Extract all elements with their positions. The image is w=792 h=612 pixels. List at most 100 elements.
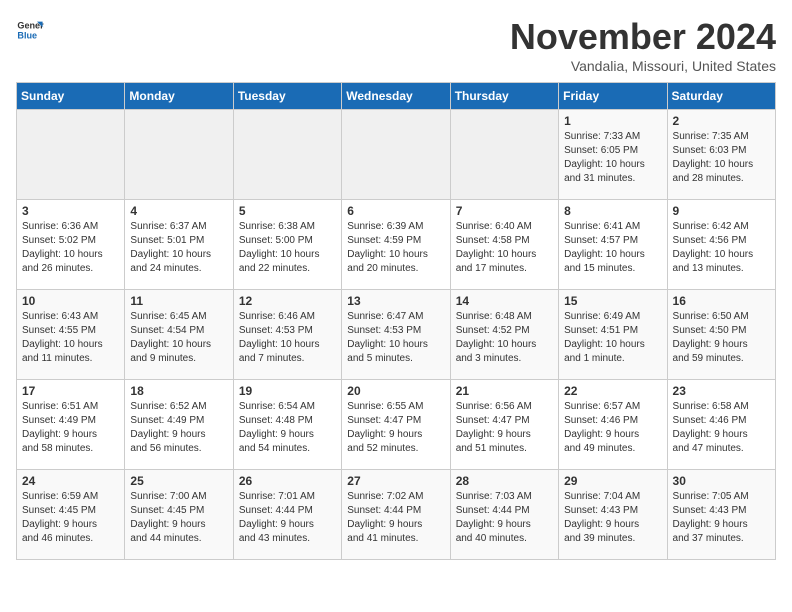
day-number: 10: [22, 294, 119, 308]
day-number: 19: [239, 384, 336, 398]
calendar-cell: 15 Sunrise: 6:49 AM Sunset: 4:51 PM Dayli…: [559, 290, 667, 380]
day-detail: Sunrise: 6:42 AM Sunset: 4:56 PM Dayligh…: [673, 220, 770, 276]
day-detail: Sunrise: 6:46 AM Sunset: 4:53 PM Dayligh…: [239, 310, 336, 366]
calendar-cell: 10 Sunrise: 6:43 AM Sunset: 4:55 PM Dayli…: [17, 290, 125, 380]
day-detail: Sunrise: 6:51 AM Sunset: 4:49 PM Dayligh…: [22, 400, 119, 456]
calendar-cell: 24Sunrise: 6:59 AM Sunset: 4:45 PM Dayli…: [17, 470, 125, 560]
day-number: 26: [239, 474, 336, 488]
day-detail: Sunrise: 6:49 AM Sunset: 4:51 PM Dayligh…: [564, 310, 661, 366]
day-detail: Sunrise: 7:33 AM Sunset: 6:05 PM Dayligh…: [564, 130, 661, 186]
day-number: 13: [347, 294, 444, 308]
day-detail: Sunrise: 6:47 AM Sunset: 4:53 PM Dayligh…: [347, 310, 444, 366]
calendar-week-row: 24Sunrise: 6:59 AM Sunset: 4:45 PM Dayli…: [17, 470, 776, 560]
day-number: 30: [673, 474, 770, 488]
day-number: 14: [456, 294, 553, 308]
calendar-cell: 16 Sunrise: 6:50 AM Sunset: 4:50 PM Dayli…: [667, 290, 775, 380]
calendar-cell: 6 Sunrise: 6:39 AM Sunset: 4:59 PM Daylig…: [342, 200, 450, 290]
day-detail: Sunrise: 6:58 AM Sunset: 4:46 PM Dayligh…: [673, 400, 770, 456]
day-detail: Sunrise: 7:01 AM Sunset: 4:44 PM Dayligh…: [239, 490, 336, 546]
weekday-header: Saturday: [667, 83, 775, 110]
calendar-week-row: 3Sunrise: 6:36 AM Sunset: 5:02 PM Daylig…: [17, 200, 776, 290]
calendar-header: SundayMondayTuesdayWednesdayThursdayFrid…: [17, 83, 776, 110]
day-detail: Sunrise: 7:04 AM Sunset: 4:43 PM Dayligh…: [564, 490, 661, 546]
day-detail: Sunrise: 6:59 AM Sunset: 4:45 PM Dayligh…: [22, 490, 119, 546]
weekday-header: Sunday: [17, 83, 125, 110]
day-number: 11: [130, 294, 227, 308]
calendar-cell: 9Sunrise: 6:42 AM Sunset: 4:56 PM Daylig…: [667, 200, 775, 290]
day-number: 22: [564, 384, 661, 398]
day-number: 5: [239, 204, 336, 218]
day-number: 1: [564, 114, 661, 128]
day-number: 23: [673, 384, 770, 398]
day-detail: Sunrise: 6:55 AM Sunset: 4:47 PM Dayligh…: [347, 400, 444, 456]
location: Vandalia, Missouri, United States: [510, 58, 776, 74]
calendar-cell: 2Sunrise: 7:35 AM Sunset: 6:03 PM Daylig…: [667, 110, 775, 200]
weekday-header: Tuesday: [233, 83, 341, 110]
calendar-cell: 20 Sunrise: 6:55 AM Sunset: 4:47 PM Dayli…: [342, 380, 450, 470]
day-number: 27: [347, 474, 444, 488]
day-detail: Sunrise: 7:05 AM Sunset: 4:43 PM Dayligh…: [673, 490, 770, 546]
calendar-cell: 23 Sunrise: 6:58 AM Sunset: 4:46 PM Dayli…: [667, 380, 775, 470]
calendar-week-row: 1 Sunrise: 7:33 AM Sunset: 6:05 PM Daylig…: [17, 110, 776, 200]
calendar-cell: [233, 110, 341, 200]
calendar-cell: 22 Sunrise: 6:57 AM Sunset: 4:46 PM Dayli…: [559, 380, 667, 470]
calendar-cell: 7Sunrise: 6:40 AM Sunset: 4:58 PM Daylig…: [450, 200, 558, 290]
svg-text:Blue: Blue: [17, 30, 37, 40]
day-number: 4: [130, 204, 227, 218]
calendar-cell: 18Sunrise: 6:52 AM Sunset: 4:49 PM Dayli…: [125, 380, 233, 470]
day-detail: Sunrise: 6:56 AM Sunset: 4:47 PM Dayligh…: [456, 400, 553, 456]
day-detail: Sunrise: 6:57 AM Sunset: 4:46 PM Dayligh…: [564, 400, 661, 456]
calendar-table: SundayMondayTuesdayWednesdayThursdayFrid…: [16, 82, 776, 560]
calendar-cell: 17 Sunrise: 6:51 AM Sunset: 4:49 PM Dayli…: [17, 380, 125, 470]
day-detail: Sunrise: 6:43 AM Sunset: 4:55 PM Dayligh…: [22, 310, 119, 366]
weekday-header: Friday: [559, 83, 667, 110]
calendar-cell: [17, 110, 125, 200]
logo: General Blue: [16, 16, 44, 44]
day-number: 12: [239, 294, 336, 308]
day-number: 15: [564, 294, 661, 308]
calendar-week-row: 17 Sunrise: 6:51 AM Sunset: 4:49 PM Dayli…: [17, 380, 776, 470]
day-detail: Sunrise: 6:54 AM Sunset: 4:48 PM Dayligh…: [239, 400, 336, 456]
month-title: November 2024: [510, 16, 776, 58]
calendar-cell: 12 Sunrise: 6:46 AM Sunset: 4:53 PM Dayli…: [233, 290, 341, 380]
calendar-cell: 25 Sunrise: 7:00 AM Sunset: 4:45 PM Dayli…: [125, 470, 233, 560]
day-number: 29: [564, 474, 661, 488]
weekday-header: Thursday: [450, 83, 558, 110]
day-detail: Sunrise: 7:02 AM Sunset: 4:44 PM Dayligh…: [347, 490, 444, 546]
page-header: General Blue November 2024 Vandalia, Mis…: [16, 16, 776, 74]
calendar-cell: 19 Sunrise: 6:54 AM Sunset: 4:48 PM Dayli…: [233, 380, 341, 470]
calendar-cell: 5 Sunrise: 6:38 AM Sunset: 5:00 PM Daylig…: [233, 200, 341, 290]
calendar-cell: 29 Sunrise: 7:04 AM Sunset: 4:43 PM Dayli…: [559, 470, 667, 560]
calendar-cell: 28Sunrise: 7:03 AM Sunset: 4:44 PM Dayli…: [450, 470, 558, 560]
day-number: 16: [673, 294, 770, 308]
day-detail: Sunrise: 6:39 AM Sunset: 4:59 PM Dayligh…: [347, 220, 444, 276]
calendar-cell: 30 Sunrise: 7:05 AM Sunset: 4:43 PM Dayli…: [667, 470, 775, 560]
day-detail: Sunrise: 6:50 AM Sunset: 4:50 PM Dayligh…: [673, 310, 770, 366]
day-number: 8: [564, 204, 661, 218]
day-detail: Sunrise: 7:35 AM Sunset: 6:03 PM Dayligh…: [673, 130, 770, 186]
title-area: November 2024 Vandalia, Missouri, United…: [510, 16, 776, 74]
day-number: 20: [347, 384, 444, 398]
weekday-header-row: SundayMondayTuesdayWednesdayThursdayFrid…: [17, 83, 776, 110]
day-number: 3: [22, 204, 119, 218]
day-detail: Sunrise: 7:00 AM Sunset: 4:45 PM Dayligh…: [130, 490, 227, 546]
calendar-cell: 8 Sunrise: 6:41 AM Sunset: 4:57 PM Daylig…: [559, 200, 667, 290]
day-number: 7: [456, 204, 553, 218]
day-detail: Sunrise: 6:52 AM Sunset: 4:49 PM Dayligh…: [130, 400, 227, 456]
calendar-cell: 27 Sunrise: 7:02 AM Sunset: 4:44 PM Dayli…: [342, 470, 450, 560]
day-detail: Sunrise: 6:48 AM Sunset: 4:52 PM Dayligh…: [456, 310, 553, 366]
day-detail: Sunrise: 6:38 AM Sunset: 5:00 PM Dayligh…: [239, 220, 336, 276]
calendar-cell: [125, 110, 233, 200]
day-number: 17: [22, 384, 119, 398]
logo-icon: General Blue: [16, 16, 44, 44]
day-detail: Sunrise: 6:45 AM Sunset: 4:54 PM Dayligh…: [130, 310, 227, 366]
weekday-header: Wednesday: [342, 83, 450, 110]
calendar-cell: 11 Sunrise: 6:45 AM Sunset: 4:54 PM Dayli…: [125, 290, 233, 380]
calendar-cell: 13 Sunrise: 6:47 AM Sunset: 4:53 PM Dayli…: [342, 290, 450, 380]
day-detail: Sunrise: 6:41 AM Sunset: 4:57 PM Dayligh…: [564, 220, 661, 276]
calendar-cell: 26 Sunrise: 7:01 AM Sunset: 4:44 PM Dayli…: [233, 470, 341, 560]
weekday-header: Monday: [125, 83, 233, 110]
calendar-cell: 14 Sunrise: 6:48 AM Sunset: 4:52 PM Dayli…: [450, 290, 558, 380]
day-number: 6: [347, 204, 444, 218]
day-number: 25: [130, 474, 227, 488]
